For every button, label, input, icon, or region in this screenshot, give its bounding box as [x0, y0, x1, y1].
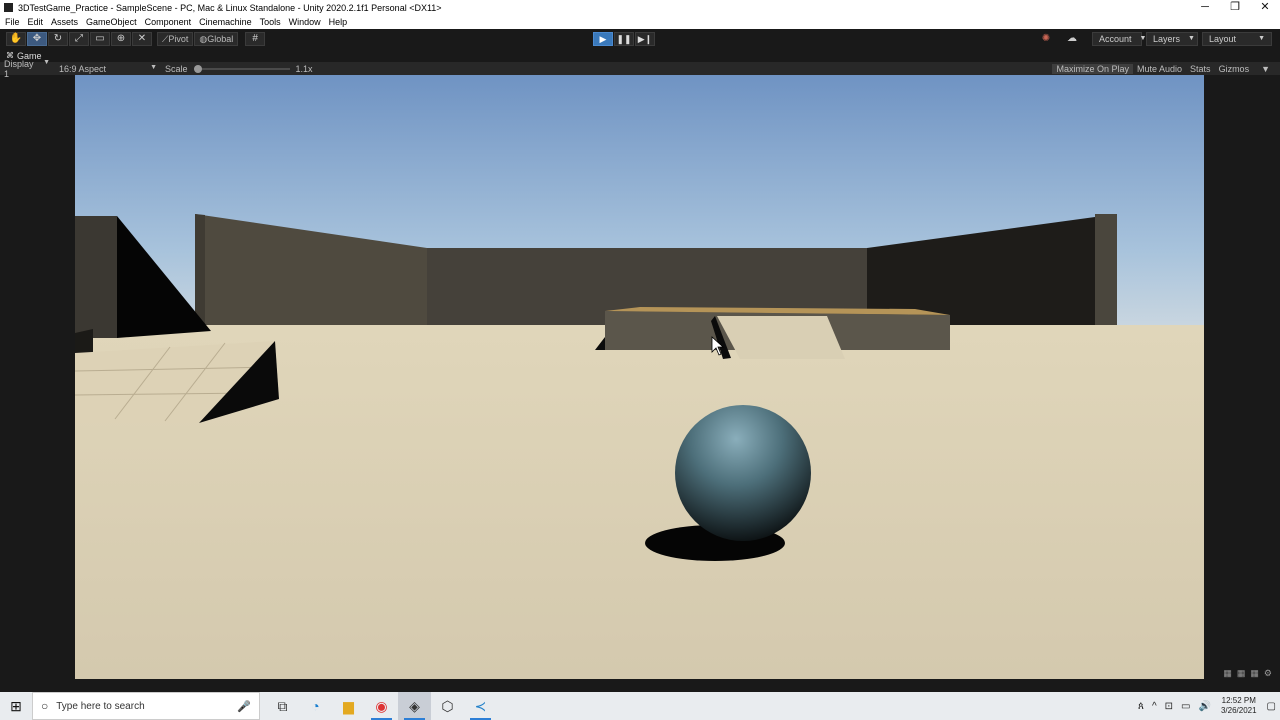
network-icon[interactable]: ⊡	[1165, 701, 1173, 712]
pen-icon[interactable]: ጰ	[1138, 701, 1144, 712]
system-tray: ጰ ^ ⊡ ▭ 🔊 12:52 PM 3/26/2021 ▢	[1134, 692, 1280, 720]
vscode-icon[interactable]: ≺	[464, 692, 497, 720]
file-explorer-icon[interactable]: ▆	[332, 692, 365, 720]
menu-bar: File Edit Assets GameObject Component Ci…	[0, 15, 1280, 29]
settings-icon[interactable]: ⚙	[1264, 668, 1272, 679]
clock-date: 3/26/2021	[1220, 706, 1257, 715]
layers-label: Layers	[1153, 34, 1181, 44]
collab-icon[interactable]: ✺	[1036, 32, 1056, 46]
game-scene	[75, 75, 1204, 679]
scale-tool-icon[interactable]: ⤢	[69, 32, 89, 46]
play-button[interactable]: ▶	[593, 32, 613, 46]
custom-tool-icon[interactable]: ✕	[132, 32, 152, 46]
window-controls: ─ ❐ ✕	[1190, 0, 1280, 15]
edge-icon[interactable]: ◔	[299, 692, 332, 720]
task-view-icon[interactable]: ⧉	[266, 692, 299, 720]
windows-start-icon[interactable]: ⊞	[0, 692, 32, 720]
menu-cinemachine[interactable]: Cinemachine	[199, 17, 252, 27]
transform-tools: ✋ ✥ ↻ ⤢ ▭ ⊕ ✕	[5, 32, 152, 46]
menu-gameobject[interactable]: GameObject	[86, 17, 137, 27]
aspect-label: 16:9 Aspect	[59, 63, 107, 74]
restore-button[interactable]: ❐	[1220, 0, 1250, 15]
menu-help[interactable]: Help	[329, 17, 348, 27]
menu-assets[interactable]: Assets	[51, 17, 78, 27]
microphone-icon[interactable]: 🎤	[237, 700, 251, 713]
battery-icon[interactable]: ▭	[1181, 701, 1190, 712]
stats-toggle[interactable]: Stats	[1186, 64, 1215, 74]
maximize-on-play-toggle[interactable]: Maximize On Play	[1052, 63, 1134, 74]
playback-controls: ▶ ❚❚ ▶❙	[593, 32, 656, 46]
notifications-icon[interactable]: ▢	[1267, 701, 1276, 712]
title-bar: 3DTestGame_Practice - SampleScene - PC, …	[0, 0, 1280, 15]
grid-snap-group: #	[244, 32, 266, 46]
pivot-group: ⟋Pivot ◍Global	[157, 32, 239, 46]
viewport-corner-icons: ▦ ▦ ▦ ⚙	[1223, 668, 1272, 679]
taskbar-apps: ⧉ ◔ ▆ ◉ ◈ ⬡ ≺	[266, 692, 497, 720]
scale-value: 1.1x	[295, 63, 313, 74]
clock-time: 12:52 PM	[1221, 696, 1256, 705]
scale-label: Scale	[165, 63, 188, 74]
globe-icon: ◍	[199, 34, 208, 44]
global-toggle[interactable]: ◍Global	[194, 32, 239, 46]
menu-component[interactable]: Component	[145, 17, 192, 27]
chevron-down-icon: ▼	[150, 63, 157, 71]
clock[interactable]: 12:52 PM 3/26/2021	[1221, 696, 1257, 716]
pivot-label: Pivot	[168, 34, 189, 44]
step-button[interactable]: ▶❙	[635, 32, 655, 46]
windows-taskbar: ⊞ ○ Type here to search 🎤 ⧉ ◔ ▆ ◉ ◈ ⬡ ≺ …	[0, 692, 1280, 720]
pause-button[interactable]: ❚❚	[614, 32, 634, 46]
move-tool-icon[interactable]: ✥	[27, 32, 47, 46]
search-placeholder: Type here to search	[56, 700, 145, 712]
window-title: 3DTestGame_Practice - SampleScene - PC, …	[18, 2, 442, 13]
chevron-down-icon[interactable]: ▼	[1257, 64, 1274, 74]
account-label: Account	[1099, 34, 1132, 44]
scene-icon[interactable]: ▦	[1237, 668, 1246, 679]
unity-hub-icon[interactable]: ⬡	[431, 692, 464, 720]
game-view-toolbar: Display 1 ▼ 16:9 Aspect ▼ Scale 1.1x Maxim…	[0, 59, 1280, 79]
menu-file[interactable]: File	[5, 17, 20, 27]
aspect-dropdown[interactable]: 16:9 Aspect ▼	[56, 64, 160, 74]
account-dropdown[interactable]: Account ▼	[1092, 32, 1146, 46]
rect-tool-icon[interactable]: ▭	[90, 32, 110, 46]
unity-icon[interactable]: ◈	[398, 692, 431, 720]
menu-edit[interactable]: Edit	[28, 17, 44, 27]
display-dropdown[interactable]: Display 1 ▼	[1, 59, 53, 79]
grid-snap-icon[interactable]: #	[245, 32, 266, 46]
chevron-up-icon[interactable]: ^	[1152, 701, 1157, 712]
chrome-icon[interactable]: ◉	[365, 692, 398, 720]
layout-label: Layout	[1209, 34, 1237, 44]
minimize-button[interactable]: ─	[1190, 0, 1220, 15]
hand-tool-icon[interactable]: ✋	[6, 32, 26, 46]
scale-slider-handle[interactable]	[193, 64, 202, 73]
global-label: Global	[207, 34, 234, 44]
chevron-down-icon: ▼	[43, 58, 50, 66]
scene-icon[interactable]: ▦	[1250, 668, 1259, 679]
pivot-toggle[interactable]: ⟋Pivot	[157, 32, 194, 46]
toolbar-right: ✺ ☁ Account ▼ Layers ▼ Layout ▼	[1036, 32, 1272, 46]
scale-slider[interactable]	[193, 64, 290, 74]
unity-app-icon	[4, 3, 13, 12]
scene-icon[interactable]: ▦	[1223, 668, 1232, 679]
display-label: Display 1	[4, 58, 34, 79]
cloud-icon[interactable]: ☁	[1062, 32, 1082, 46]
layers-dropdown[interactable]: Layers ▼	[1146, 32, 1198, 46]
menu-tools[interactable]: Tools	[260, 17, 281, 27]
close-button[interactable]: ✕	[1250, 0, 1280, 15]
mute-audio-toggle[interactable]: Mute Audio	[1133, 64, 1186, 74]
game-view-panel: ⌘ Game Display 1 ▼ 16:9 Aspect ▼ Scale 1.1…	[0, 49, 1280, 680]
game-view-options: Maximize On Play Mute Audio Stats Gizmos…	[1052, 62, 1274, 75]
chevron-down-icon: ▼	[1258, 35, 1265, 42]
menu-window[interactable]: Window	[289, 17, 321, 27]
layout-dropdown[interactable]: Layout ▼	[1202, 32, 1272, 46]
chevron-down-icon: ▼	[1188, 35, 1195, 42]
game-viewport[interactable]	[75, 75, 1204, 679]
taskbar-search[interactable]: ○ Type here to search 🎤	[32, 692, 260, 720]
rotate-tool-icon[interactable]: ↻	[48, 32, 68, 46]
gizmos-toggle[interactable]: Gizmos	[1215, 64, 1254, 74]
search-icon: ○	[41, 699, 49, 713]
scale-slider-track	[193, 67, 290, 70]
transform-tool-icon[interactable]: ⊕	[111, 32, 131, 46]
volume-icon[interactable]: 🔊	[1199, 701, 1211, 712]
